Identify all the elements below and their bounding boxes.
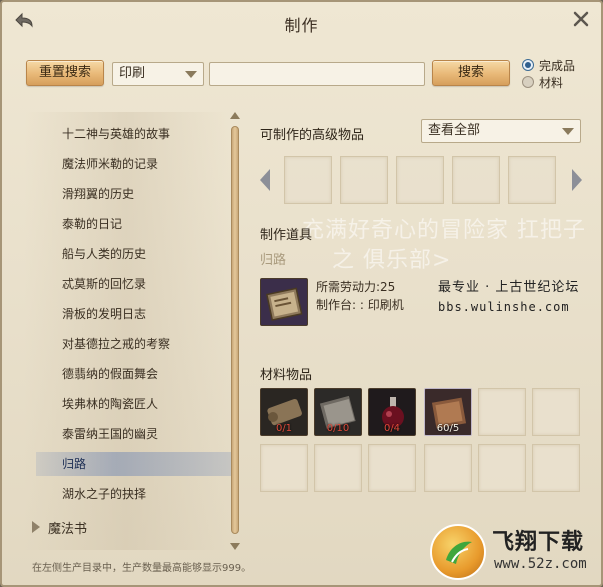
- material-slot-empty: [368, 444, 416, 492]
- prev-page-icon[interactable]: [260, 169, 270, 191]
- category-dropdown-value: 印刷: [119, 66, 146, 81]
- title-bar: 制作: [2, 2, 601, 44]
- view-filter-dropdown[interactable]: 查看全部: [421, 119, 581, 143]
- material-count: 0/10: [326, 423, 350, 434]
- material-slot-empty: [532, 388, 580, 436]
- crafting-window: 制作 重置搜索 印刷 搜索 完成品 材料 十二神与英雄的故事 魔法师米勒的记录 …: [0, 0, 603, 587]
- recipe-name: 归路: [260, 253, 287, 268]
- recipe-book-icon[interactable]: [260, 278, 308, 326]
- radio-material[interactable]: 材料: [522, 74, 563, 90]
- recipe-list-item[interactable]: 忒莫斯的回忆录: [62, 272, 232, 296]
- chevron-down-icon: [562, 128, 574, 135]
- recipe-list-item[interactable]: 滑板的发明日志: [62, 302, 232, 326]
- chevron-down-icon: [185, 71, 197, 78]
- ink-potion-material-icon[interactable]: 0/4: [368, 388, 416, 436]
- material-slot-empty: [314, 444, 362, 492]
- recipe-list-item[interactable]: 对基德拉之戒的考察: [62, 332, 232, 356]
- advanced-item-slot[interactable]: [396, 156, 444, 204]
- footer-note: 在左侧生产目录中，生产数量最高能够显示999。: [32, 563, 252, 574]
- site-watermark-name: 最专业 · 上古世纪论坛: [438, 280, 580, 295]
- recipe-list-item[interactable]: 湖水之子的抉择: [62, 482, 232, 506]
- material-slot-empty: [260, 444, 308, 492]
- material-slot-empty: [478, 388, 526, 436]
- crafting-bench: 制作台: : 印刷机: [316, 298, 404, 312]
- material-slot-empty: [478, 444, 526, 492]
- recipe-list-item[interactable]: 泰勒的日记: [62, 212, 232, 236]
- recipe-list-item[interactable]: 泰雷纳王国的幽灵: [62, 422, 232, 446]
- material-count: 0/1: [275, 423, 293, 434]
- logo-emblem-icon: [430, 524, 486, 580]
- site-logo: 飞翔下载 www.52z.com: [430, 520, 601, 585]
- radio-finished-label: 完成品: [539, 58, 576, 73]
- site-watermark-url: bbs.wulinshe.com: [438, 300, 570, 314]
- logo-name: 飞翔下载: [492, 530, 585, 555]
- search-button[interactable]: 搜索: [432, 60, 510, 86]
- category-dropdown[interactable]: 印刷: [112, 62, 204, 86]
- close-icon[interactable]: [571, 9, 591, 29]
- scroll-thumb[interactable]: [231, 126, 239, 534]
- reset-search-button[interactable]: 重置搜索: [26, 60, 104, 86]
- material-count: 60/5: [436, 423, 460, 434]
- view-filter-value: 查看全部: [428, 123, 481, 138]
- search-input[interactable]: [209, 62, 425, 86]
- advanced-item-slot[interactable]: [452, 156, 500, 204]
- material-slot-empty: [424, 444, 472, 492]
- watermark-line1: 充满好奇心的冒险家 扛把子: [302, 218, 586, 243]
- paper-material-icon[interactable]: 0/10: [314, 388, 362, 436]
- recipe-list-item[interactable]: 埃弗林的陶瓷匠人: [62, 392, 232, 416]
- recipe-list-panel: 十二神与英雄的故事 魔法师米勒的记录 滑翔翼的历史 泰勒的日记 船与人类的历史 …: [24, 112, 246, 550]
- category-label: 魔法书: [48, 521, 88, 537]
- expand-arrow-icon: [32, 521, 40, 533]
- scroll-material-icon[interactable]: 0/1: [260, 388, 308, 436]
- next-page-icon[interactable]: [572, 169, 582, 191]
- advanced-item-slot[interactable]: [284, 156, 332, 204]
- logo-url: www.52z.com: [494, 556, 587, 572]
- advanced-item-slot[interactable]: [340, 156, 388, 204]
- radio-material-label: 材料: [539, 75, 564, 90]
- scroll-down-icon[interactable]: [230, 543, 240, 550]
- scroll-up-icon[interactable]: [230, 112, 240, 119]
- recipe-list-item[interactable]: 德翡纳的假面舞会: [62, 362, 232, 386]
- recipe-list-item[interactable]: 魔法师米勒的记录: [62, 152, 232, 176]
- radio-unselected-icon: [522, 76, 534, 88]
- recipe-list-item[interactable]: 船与人类的历史: [62, 242, 232, 266]
- recipe-list-item[interactable]: 滑翔翼的历史: [62, 182, 232, 206]
- category-magic-book[interactable]: 魔法书: [32, 516, 87, 538]
- recipe-list-item[interactable]: 十二神与英雄的故事: [62, 122, 232, 146]
- material-count: 0/4: [383, 423, 401, 434]
- labor-requirement: 所需劳动力:25: [316, 280, 396, 294]
- materials-heading: 材料物品: [260, 368, 313, 383]
- radio-finished-product[interactable]: 完成品: [522, 57, 575, 73]
- watermark-line2: 之 俱乐部>: [332, 248, 452, 273]
- window-title: 制作: [284, 16, 319, 35]
- recipe-list-item-selected[interactable]: 归路: [36, 452, 236, 476]
- material-slot-empty: [532, 444, 580, 492]
- book-material-icon[interactable]: 60/5: [424, 388, 472, 436]
- advanced-items-heading: 可制作的高级物品: [260, 128, 365, 143]
- advanced-item-slot[interactable]: [508, 156, 556, 204]
- crafting-tool-heading: 制作道具: [260, 228, 313, 243]
- radio-selected-icon: [522, 59, 534, 71]
- recipe-list-scrollbar[interactable]: [228, 112, 242, 550]
